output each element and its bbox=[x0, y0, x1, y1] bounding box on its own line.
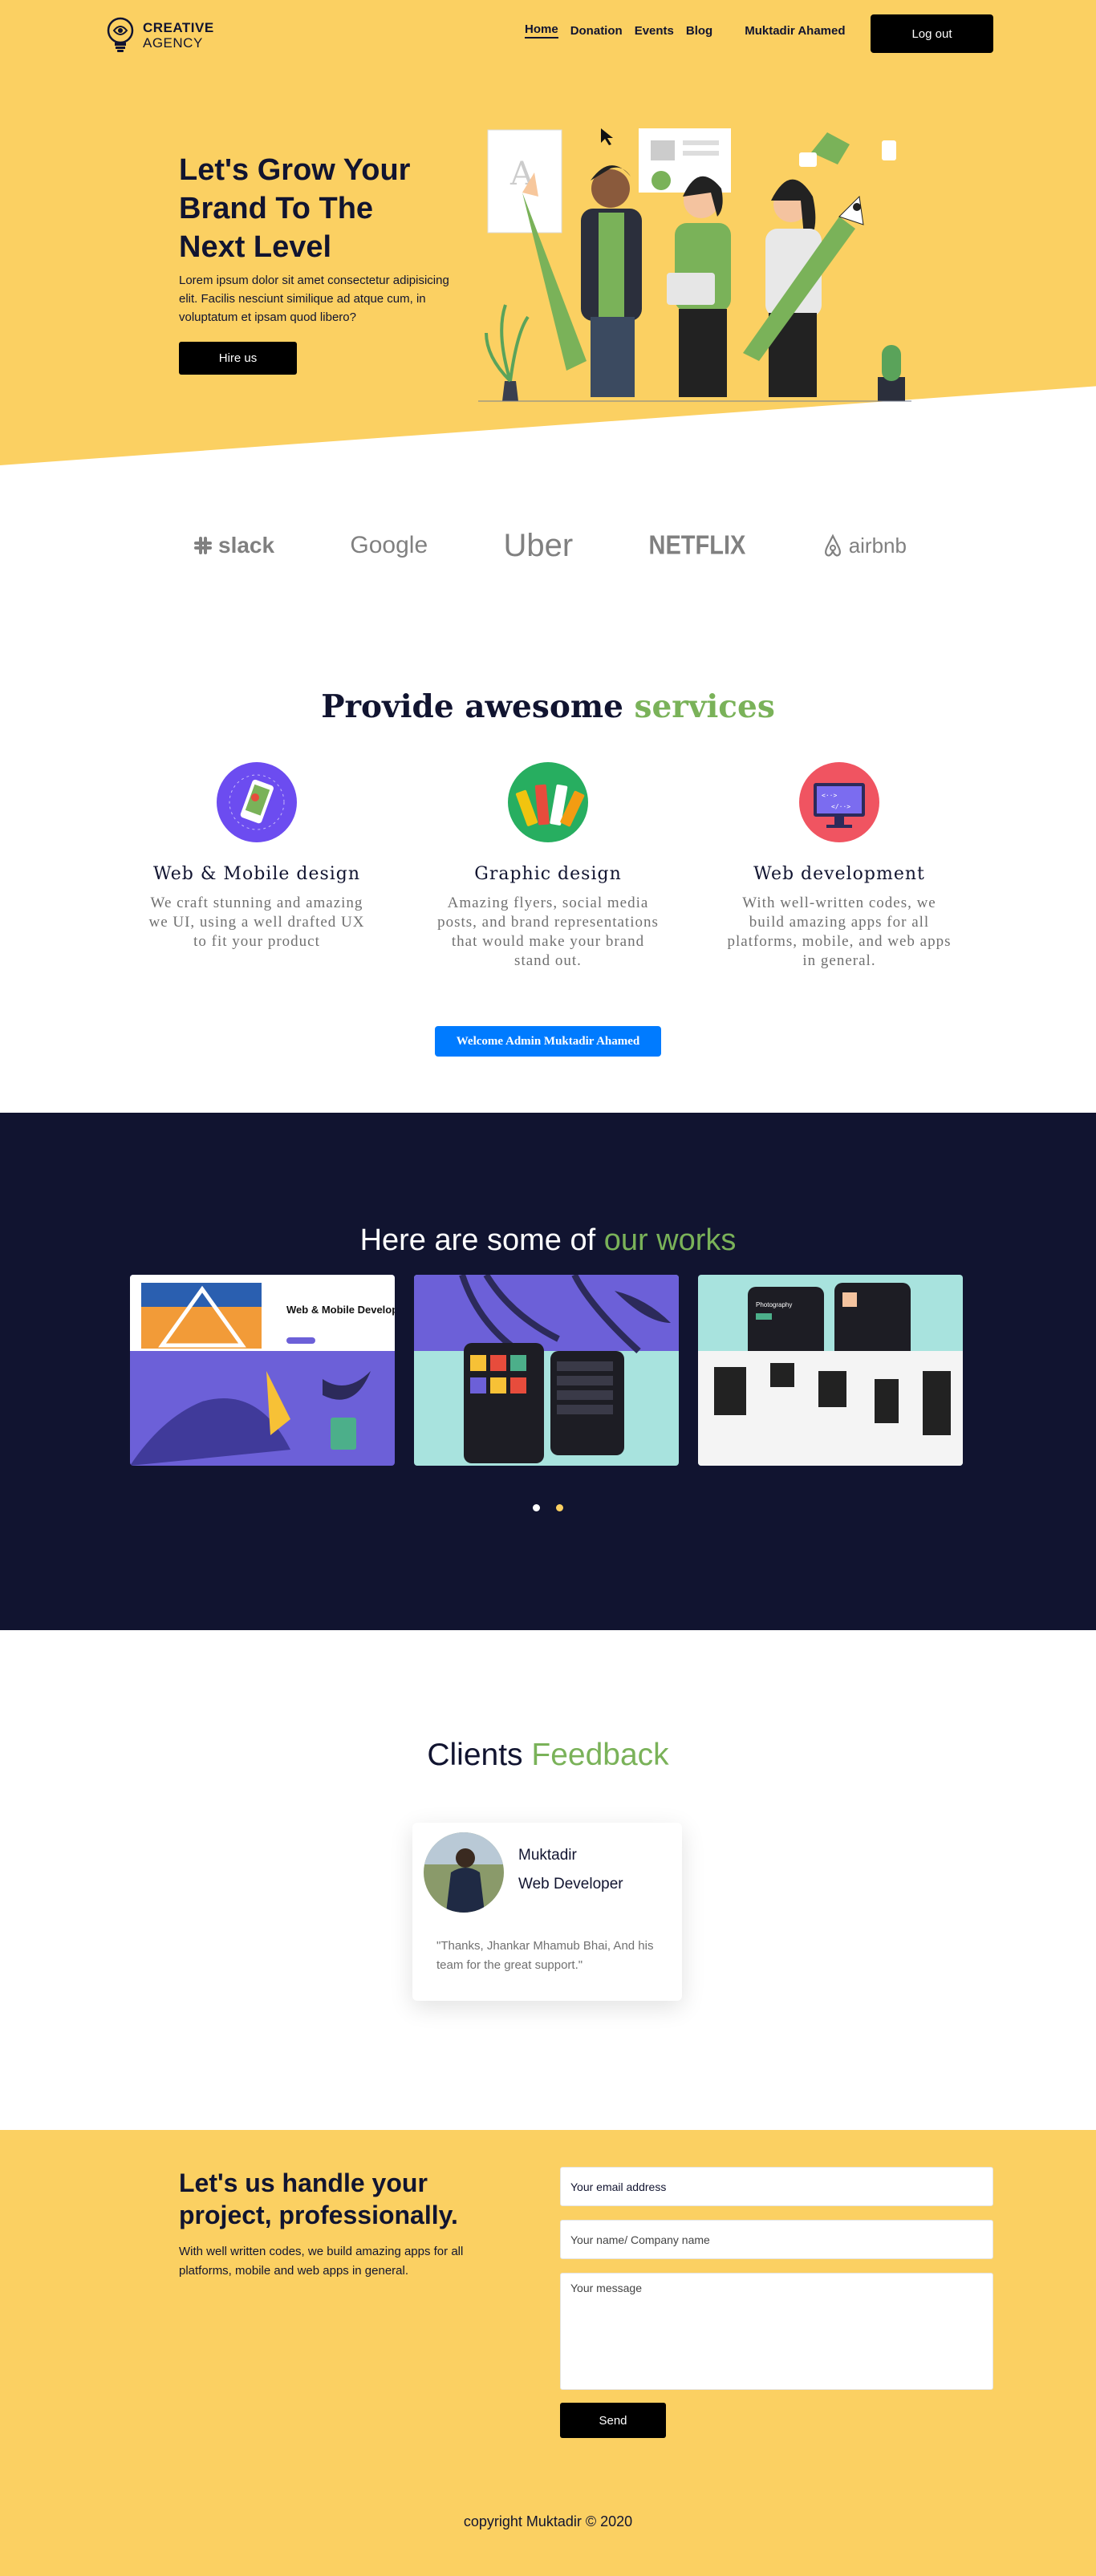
services-title: Provide awesome services bbox=[0, 688, 1096, 725]
copyright-text: copyright Muktadir © 2020 bbox=[463, 2513, 633, 2529]
work-card-heading: Photography bbox=[756, 1301, 792, 1308]
navbar: CREATIVE AGENCY Home Donation Events Blo… bbox=[0, 0, 1096, 64]
service-title: Graphic design bbox=[474, 864, 622, 884]
color-swatch-icon bbox=[508, 762, 588, 842]
feedback-name: Muktadir bbox=[518, 1847, 577, 1864]
contact-section: Let's us handle your project, profession… bbox=[0, 2130, 1096, 2576]
page: CREATIVE AGENCY Home Donation Events Blo… bbox=[0, 0, 1096, 2576]
work-card-music-app[interactable] bbox=[414, 1275, 679, 1466]
airbnb-belo-icon bbox=[824, 533, 841, 557]
work-card-photography[interactable]: Photography bbox=[698, 1275, 963, 1466]
hero-description: Lorem ipsum dolor sit amet consectetur a… bbox=[179, 274, 449, 324]
services-title-accent: services bbox=[634, 688, 775, 725]
logo-text-line1: CREATIVE bbox=[143, 20, 214, 35]
feedback-title-accent: Feedback bbox=[531, 1738, 669, 1772]
feedback-title-main: Clients bbox=[427, 1738, 532, 1772]
works-carousel: Web & Mobile Development Phot bbox=[130, 1275, 963, 1466]
nav-link-home[interactable]: Home bbox=[525, 22, 558, 39]
hero-title: Let's Grow Your Brand To The Next Level bbox=[179, 153, 411, 264]
feedback-quote: "Thanks, Jhankar Mhamub Bhai, And his te… bbox=[436, 1939, 654, 1972]
welcome-admin-button[interactable]: Welcome Admin Muktadir Ahamed bbox=[435, 1026, 661, 1057]
hero-team-illustration: A bbox=[478, 128, 911, 402]
logo-text-line2: AGENCY bbox=[143, 35, 203, 51]
nav-link-donation[interactable]: Donation bbox=[570, 24, 623, 38]
carousel-dots bbox=[533, 1504, 563, 1511]
lightbulb-logo-icon bbox=[107, 17, 134, 52]
avatar bbox=[424, 1832, 504, 1913]
feedback-card: Muktadir Web Developer "Thanks, Jhankar … bbox=[412, 1823, 682, 2001]
google-logo: Google bbox=[350, 532, 428, 558]
work-card-heading: Web & Mobile Development bbox=[286, 1304, 395, 1316]
works-title: Here are some of our works bbox=[0, 1223, 1096, 1258]
service-title: Web & Mobile design bbox=[152, 864, 361, 884]
works-section: Here are some of our works Web & Mobile … bbox=[0, 1113, 1096, 1630]
message-field[interactable]: Your message bbox=[560, 2273, 993, 2390]
feedback-title: Clients Feedback bbox=[0, 1738, 1096, 1773]
nav-user-name: Muktadir Ahamed bbox=[745, 23, 846, 38]
uber-logo: Uber bbox=[503, 527, 574, 563]
name-company-field[interactable]: Your name/ Company name bbox=[560, 2220, 993, 2259]
service-description: We craft stunning and amazing we UI, usi… bbox=[148, 895, 365, 950]
feedback-role: Web Developer bbox=[518, 1876, 623, 1892]
contact-description: With well written codes, we build amazin… bbox=[179, 2245, 464, 2278]
works-title-accent: our works bbox=[603, 1223, 737, 1257]
nav-link-blog[interactable]: Blog bbox=[686, 24, 712, 38]
svg-text:</··>: </··> bbox=[831, 803, 850, 810]
slack-logo: slack bbox=[193, 533, 274, 558]
work-card-web-mobile[interactable]: Web & Mobile Development bbox=[130, 1275, 395, 1466]
email-field[interactable]: Your email address bbox=[560, 2167, 993, 2206]
slack-hash-icon bbox=[194, 537, 212, 554]
logo[interactable]: CREATIVE AGENCY bbox=[104, 16, 214, 55]
service-card-graphic[interactable]: Graphic design Amazing flyers, social me… bbox=[428, 762, 668, 971]
carousel-dot-1[interactable] bbox=[533, 1504, 540, 1511]
airbnb-wordmark: airbnb bbox=[848, 533, 907, 558]
logout-button[interactable]: Log out bbox=[871, 14, 993, 53]
netflix-logo: NETFLIX bbox=[648, 530, 746, 560]
svg-text:<··>: <··> bbox=[822, 792, 837, 799]
nav-links: Home Donation Events Blog Muktadir Ahame… bbox=[525, 22, 846, 39]
service-card-web-mobile[interactable]: Web & Mobile design We craft stunning an… bbox=[136, 762, 377, 971]
services-title-main: Provide awesome bbox=[321, 688, 635, 725]
airbnb-logo: airbnb bbox=[822, 533, 907, 558]
mobile-design-icon bbox=[217, 762, 297, 842]
service-card-web-dev[interactable]: <··> </··> Web development With well-wri… bbox=[719, 762, 960, 971]
monitor-code-icon: <··> </··> bbox=[799, 762, 879, 842]
works-title-main: Here are some of bbox=[359, 1223, 604, 1257]
hire-us-button[interactable]: Hire us bbox=[179, 342, 297, 375]
contact-title: Let's us handle your project, profession… bbox=[179, 2168, 458, 2229]
service-title: Web development bbox=[753, 864, 925, 884]
carousel-dot-2[interactable] bbox=[556, 1504, 563, 1511]
service-description: Amazing flyers, social media posts, and … bbox=[437, 895, 659, 969]
services-list: Web & Mobile design We craft stunning an… bbox=[136, 762, 960, 971]
send-button[interactable]: Send bbox=[560, 2403, 666, 2438]
nav-link-events[interactable]: Events bbox=[635, 24, 674, 38]
client-logos: slack Google Uber NETFLIX airbnb bbox=[193, 525, 907, 566]
slack-wordmark: slack bbox=[218, 533, 275, 558]
service-description: With well-written codes, we build amazin… bbox=[727, 895, 952, 969]
